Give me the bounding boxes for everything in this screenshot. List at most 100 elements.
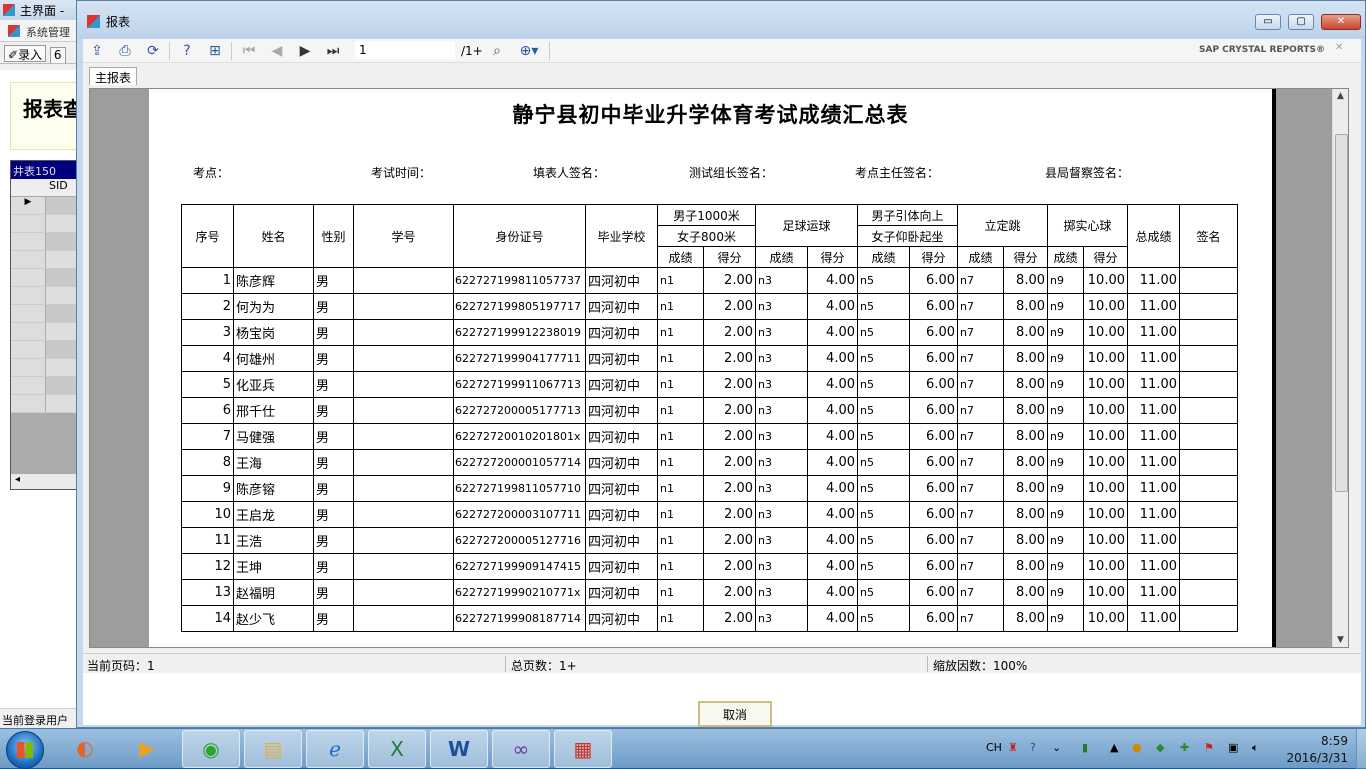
report-viewport[interactable]: 静宁县初中毕业升学体育考试成绩汇总表 考点： 考试时间： 填表人签名： 测试组长… xyxy=(89,88,1349,648)
cell-empty xyxy=(1179,293,1238,320)
taskbar-app-icon[interactable]: ◐ xyxy=(56,730,114,768)
show-desktop-button[interactable] xyxy=(1356,729,1366,769)
prev-page-icon[interactable]: ◀ xyxy=(267,41,287,61)
scroll-thumb[interactable] xyxy=(1335,134,1348,492)
start-button[interactable] xyxy=(6,731,44,769)
cell-school: 四河初中 xyxy=(585,527,658,554)
cell-r5: n9 xyxy=(1047,371,1084,398)
table-row: 4 何雄州男 622727199904177711 四河初中 n1 2.00 n3 4.00 n… xyxy=(181,345,1238,372)
table-row: 10 王启龙男 622727200003107711 四河初中 n1 2.00 n3 4.00… xyxy=(181,501,1238,528)
cell-s4: 8.00 xyxy=(1003,319,1048,346)
cell-total: 11.00 xyxy=(1127,423,1180,450)
show-hidden-icons[interactable]: ▲ xyxy=(1110,741,1118,754)
last-page-icon[interactable]: ⏭ xyxy=(323,41,343,61)
cell-school: 四河初中 xyxy=(585,423,658,450)
report-viewer: ⇪ ⎙ ⟳ ? ⊞ ⏮ ◀ ▶ ⏭ /1+ ⌕ ⊕▾ SAP CRYSTAL R… xyxy=(83,39,1361,727)
scroll-up-icon[interactable]: ▲ xyxy=(1337,91,1344,101)
cell-total: 11.00 xyxy=(1127,345,1180,372)
toolbar-button-2[interactable]: 6 xyxy=(49,47,66,63)
visual-studio-icon[interactable]: ∞ xyxy=(492,730,550,768)
cell-s2: 4.00 xyxy=(807,423,858,450)
cell-name: 化亚兵 xyxy=(233,371,314,398)
cell-seq: 4 xyxy=(181,345,234,372)
tab-main-report[interactable]: 主报表 xyxy=(89,67,138,85)
network-icon[interactable]: ▣ xyxy=(1228,741,1238,754)
first-page-icon[interactable]: ⏮ xyxy=(239,41,259,61)
cell-r1: n1 xyxy=(657,319,704,346)
cell-gender: 男 xyxy=(313,501,354,528)
battery-icon[interactable]: ▮ xyxy=(1082,741,1088,754)
binoculars-icon[interactable]: ⌕ xyxy=(487,41,507,61)
flag-icon[interactable]: ⚑ xyxy=(1204,741,1214,754)
group-tree-icon[interactable]: ⊞ xyxy=(205,41,225,61)
minimize-button[interactable]: ▭ xyxy=(1255,14,1281,30)
explorer-folder-icon[interactable]: ▤ xyxy=(244,730,302,768)
cell-gender: 男 xyxy=(313,605,354,632)
cell-s1: 2.00 xyxy=(703,449,756,476)
entry-button[interactable]: ✐录入 xyxy=(4,45,47,62)
cell-r5: n9 xyxy=(1047,267,1084,294)
cell-r4: n7 xyxy=(957,605,1004,632)
maximize-button[interactable]: ▢ xyxy=(1288,14,1314,30)
cell-r4: n7 xyxy=(957,501,1004,528)
header-score: 得分 xyxy=(807,246,858,268)
windows-logo-icon xyxy=(17,742,33,758)
browser-icon[interactable]: ◉ xyxy=(182,730,240,768)
header-score: 得分 xyxy=(703,246,756,268)
app-window-icon[interactable]: ▦ xyxy=(554,730,612,768)
cell-total: 11.00 xyxy=(1127,293,1180,320)
table-row: 7 马健强男 62272720010201801x 四河初中 n1 2.00 n3 4.00 n… xyxy=(181,423,1238,450)
cell-total: 11.00 xyxy=(1127,449,1180,476)
help-icon[interactable]: ? xyxy=(177,41,197,61)
cell-id: 622727200003107711 xyxy=(453,501,586,528)
cell-s3: 6.00 xyxy=(909,293,958,320)
scroll-down-icon[interactable]: ▼ xyxy=(1337,635,1344,645)
next-page-icon[interactable]: ▶ xyxy=(295,41,315,61)
cell-empty xyxy=(353,293,454,320)
cell-r5: n9 xyxy=(1047,397,1084,424)
vertical-scrollbar[interactable]: ▲ ▼ xyxy=(1332,89,1348,647)
cell-r3: n5 xyxy=(857,501,910,528)
cancel-button[interactable]: 取消 xyxy=(698,701,772,727)
input-language[interactable]: CH xyxy=(986,741,1002,754)
volume-icon[interactable]: 🔈︎ xyxy=(1252,741,1259,755)
menu-system-management[interactable]: 系统管理 xyxy=(26,26,70,39)
header-run-female: 女子800米 xyxy=(657,225,756,247)
cell-s5: 10.00 xyxy=(1083,449,1128,476)
cell-school: 四河初中 xyxy=(585,371,658,398)
scroll-left-icon[interactable]: ◂ xyxy=(15,474,20,485)
cell-r1: n1 xyxy=(657,293,704,320)
cell-seq: 8 xyxy=(181,449,234,476)
export-icon[interactable]: ⇪ xyxy=(87,41,107,61)
update-icon[interactable]: ✚ xyxy=(1180,741,1189,754)
word-icon[interactable]: W xyxy=(430,730,488,768)
page-number-input[interactable] xyxy=(355,41,455,59)
tray-expand-icon[interactable]: ⌄ xyxy=(1052,741,1061,754)
cell-empty xyxy=(353,319,454,346)
ime-icon[interactable]: ♜ xyxy=(1008,741,1018,754)
cell-r2: n3 xyxy=(755,475,808,502)
shield-icon[interactable]: ◆ xyxy=(1156,741,1164,754)
media-player-icon[interactable]: ▶ xyxy=(118,730,176,768)
zoom-icon[interactable]: ⊕▾ xyxy=(515,41,543,61)
qq-icon[interactable]: ● xyxy=(1132,741,1142,754)
table-row: 9 陈彦镕男 622727199811057710 四河初中 n1 2.00 n3 4.00 n… xyxy=(181,475,1238,502)
cell-s2: 4.00 xyxy=(807,293,858,320)
close-button[interactable]: ✕ xyxy=(1321,14,1361,30)
toolbar-close-icon[interactable]: ✕ xyxy=(1335,42,1343,53)
cell-s5: 10.00 xyxy=(1083,423,1128,450)
system-clock[interactable]: 8:59 2016/3/31 xyxy=(1278,733,1348,767)
cell-s4: 8.00 xyxy=(1003,397,1048,424)
cell-r2: n3 xyxy=(755,267,808,294)
header-name: 姓名 xyxy=(233,204,314,268)
cell-empty xyxy=(353,553,454,580)
refresh-icon[interactable]: ⟳ xyxy=(143,41,163,61)
print-icon[interactable]: ⎙ xyxy=(115,41,135,61)
page-total-label: /1+ xyxy=(461,44,483,58)
cell-empty xyxy=(353,579,454,606)
cell-seq: 9 xyxy=(181,475,234,502)
cell-s3: 6.00 xyxy=(909,553,958,580)
excel-icon[interactable]: X xyxy=(368,730,426,768)
help-tray-icon[interactable]: ? xyxy=(1030,741,1036,754)
ie-icon[interactable]: ℯ xyxy=(306,730,364,768)
